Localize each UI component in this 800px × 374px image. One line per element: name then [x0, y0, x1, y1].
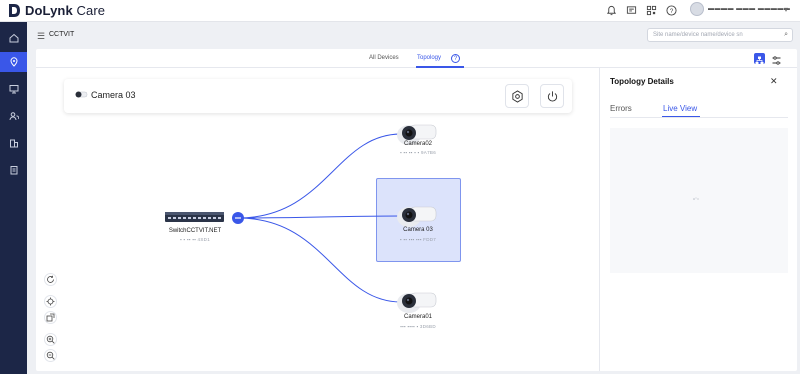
bell-icon[interactable]	[605, 4, 618, 17]
brand-logo-icon	[9, 4, 20, 17]
user-name: ▬▬▬▬ ▬▬▬ ▬▬▬▬▬	[708, 6, 791, 12]
details-tab-divider	[610, 117, 788, 118]
selected-device-card: Camera 03	[64, 79, 572, 113]
brand-name: DoLynk Care	[25, 3, 106, 18]
power-icon	[547, 90, 557, 101]
camera01-node-serial: ▪▪▪ ▪▪▪▪ ▪ 3D6BD	[400, 324, 436, 329]
message-icon[interactable]	[625, 4, 638, 17]
camera-icon	[75, 91, 88, 98]
topology-canvas[interactable]: SwitchCCTVIT.NET ▪ ▪ ▪▪ ▪▪ 4SD1 Camera02…	[36, 68, 599, 371]
svg-text:?: ?	[670, 8, 674, 15]
live-view-player[interactable]	[610, 128, 788, 273]
search-placeholder: Site name/device name/device sn	[653, 32, 743, 38]
sidebar-item-tasks[interactable]	[0, 160, 27, 180]
camera03-node-label: Camera 03	[403, 227, 433, 233]
switch-node-serial: ▪ ▪ ▪▪ ▪▪ 4SD1	[179, 237, 211, 242]
tab-errors[interactable]: Errors	[610, 104, 632, 113]
device-settings-button[interactable]	[505, 84, 529, 108]
tab-live-view[interactable]: Live View	[663, 104, 697, 113]
avatar	[690, 2, 704, 16]
camera03-node-icon[interactable]	[397, 206, 437, 227]
device-reboot-button[interactable]	[540, 84, 564, 108]
refresh-icon[interactable]	[44, 273, 57, 286]
gear-icon	[511, 89, 523, 103]
details-title: Topology Details	[610, 77, 674, 86]
link-switch-camera03	[237, 215, 402, 219]
zoom-in-icon[interactable]	[44, 333, 57, 346]
switch-node-icon[interactable]	[165, 212, 224, 222]
switch-node-label: SwitchCCTVIT.NET	[168, 228, 222, 234]
sidebar	[0, 22, 27, 374]
settings-sliders-button[interactable]	[771, 53, 782, 65]
building-icon	[9, 139, 18, 148]
sidebar-item-users[interactable]	[0, 106, 27, 126]
camera01-node-icon[interactable]	[397, 292, 437, 313]
help-icon[interactable]: ?	[665, 4, 678, 17]
topology-details-panel: Topology Details ✕ Errors Live View	[599, 68, 797, 371]
sidebar-item-sites[interactable]	[0, 52, 27, 72]
tab-all-devices[interactable]: All Devices	[369, 55, 399, 61]
brand[interactable]: DoLynk Care	[8, 3, 105, 18]
sidebar-item-home[interactable]	[0, 28, 27, 48]
home-icon	[9, 33, 18, 43]
monitor-icon	[9, 85, 18, 94]
camera03-node-serial: ▪ ▪▪ ▪▪▪ ▪▪▪ FDD7	[399, 237, 437, 242]
search-icon[interactable]: ⌕	[784, 31, 788, 39]
expand-icon[interactable]	[44, 311, 57, 324]
clipboard-icon	[10, 166, 17, 175]
details-tab-underline	[662, 116, 700, 117]
close-icon[interactable]: ✕	[770, 76, 778, 87]
link-switch-camera02	[237, 133, 402, 219]
selected-device-name: Camera 03	[91, 90, 136, 100]
tab-topology[interactable]: Topology	[417, 55, 441, 61]
topology-view-button[interactable]	[754, 53, 765, 65]
breadcrumb: CCTVIT	[49, 31, 75, 38]
user-menu[interactable]: ▬▬▬▬ ▬▬▬ ▬▬▬▬▬	[690, 2, 790, 16]
view-tabs: All Devices Topology ?	[36, 49, 797, 68]
chevron-down-icon[interactable]: ▾	[784, 5, 788, 14]
sub-bar: ☰ CCTVIT Site name/device name/device sn…	[27, 22, 800, 49]
search-input[interactable]: Site name/device name/device sn ⌕	[647, 28, 793, 42]
zoom-out-icon[interactable]	[44, 349, 57, 362]
users-icon	[9, 112, 19, 121]
sidebar-item-monitor[interactable]	[0, 79, 27, 99]
sliders-icon	[772, 56, 781, 65]
qr-code-icon[interactable]	[645, 4, 658, 17]
camera02-node-label: Camera02	[403, 141, 432, 147]
camera02-node-serial: ▪ ▪▪ ▪▪ ▪ ▪ 9A7B6	[399, 150, 437, 155]
fit-view-icon[interactable]	[44, 295, 57, 308]
link-switch-camera01	[237, 217, 402, 303]
top-bar: DoLynk Care ? ▬▬▬▬ ▬▬▬ ▬▬▬▬▬ ▾	[0, 0, 800, 22]
topology-links	[165, 124, 437, 313]
menu-icon[interactable]: ☰	[37, 31, 45, 42]
sidebar-item-business[interactable]	[0, 133, 27, 153]
collapse-node-button[interactable]	[232, 212, 244, 224]
loading-spinner-icon	[693, 197, 699, 200]
location-pin-icon	[9, 57, 18, 67]
network-icon	[755, 56, 764, 65]
main-panel: All Devices Topology ? SwitchCCTVIT.NET …	[36, 49, 797, 371]
camera01-node-label: Camera01	[403, 314, 432, 320]
topology-help-icon[interactable]: ?	[451, 54, 460, 63]
